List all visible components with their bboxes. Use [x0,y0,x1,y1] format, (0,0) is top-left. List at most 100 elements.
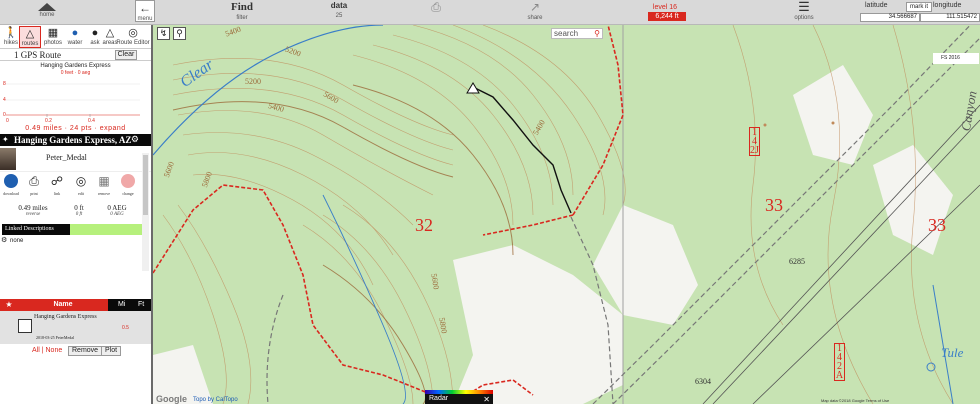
route-summary[interactable]: 0.49 miles · 24 pts · expand [0,124,151,134]
road-shield: 142A [834,343,845,381]
linked-descriptions-bar[interactable] [70,224,142,235]
category-toolbar: 🚶 hikes △ routes ▦ photos ● water ● ask … [0,25,151,49]
tool-routes[interactable]: △ routes [19,26,41,48]
route-thumbnail [18,319,32,333]
map-search-input[interactable]: search ⚲ [551,28,603,39]
options-label: options [794,15,814,21]
remove-button[interactable]: ▦ remove [93,174,115,197]
route-editor-icon: ◎ [128,27,138,39]
tool-photos[interactable]: ▦ photos [42,26,64,47]
print-icon: ⎙ [29,174,39,188]
tool-label: Route Editor [116,40,150,46]
longitude-field[interactable]: 111.515472 [920,13,980,22]
profile-x-tick: 0.2 [45,118,52,124]
action-label: download [3,191,19,196]
topo-credit[interactable]: Topo by CalTopo [193,397,238,403]
search-icon: ⚲ [594,29,600,38]
back-arrow-icon: ← [139,1,151,15]
home-button[interactable]: home [22,0,72,25]
google-logo: Google [156,394,187,404]
action-label: remove [98,191,110,196]
column-ft[interactable]: Ft [132,299,151,311]
section-label: 32 [415,215,433,235]
edit-icon: ◎ [75,174,87,188]
profile-y-tick: 4 [3,97,6,103]
measure-tool-icon[interactable]: ↯ [157,27,170,40]
table-actions: All | None Remove Plot [0,346,151,356]
elevation-value: 0 ft [74,204,84,212]
edit-button[interactable]: ◎ edit [70,174,92,197]
gps-route-header: 1 GPS Route Clear [0,49,151,61]
linked-descriptions-label: Linked Descriptions [2,224,70,235]
profile-x-tick: 0.4 [88,118,95,124]
distance-value: 0.49 miles [18,204,48,212]
routes-icon: △ [25,28,35,40]
latitude-label: latitude [865,2,888,9]
print-icon: ⎙ [431,0,441,14]
select-none-link[interactable]: None [46,347,63,354]
remove-button[interactable]: Remove [68,346,103,356]
road-shield: 142J [749,127,760,156]
home-label: home [39,12,55,18]
row-name: Hanging Gardens Express [34,314,97,320]
table-row[interactable]: Hanging Gardens Express 2018-03-25 Peter… [0,311,151,344]
link-icon: ☍ [50,174,64,188]
table-header: ★ Name Mi Ft [0,299,151,311]
tool-label: routes [21,41,39,47]
scrollbar-thumb[interactable] [143,155,148,215]
select-links: All | None [32,347,63,354]
print-route-button[interactable]: ⎙ print [23,174,45,197]
action-label: print [30,191,38,196]
tool-water[interactable]: ● water [64,26,86,47]
route-actions: download ⎙ print ☍ link ◎ edit ▦ remove … [0,172,151,200]
route-title[interactable]: Hanging Gardens Express, AZ [14,135,131,145]
find-button[interactable]: Find filter [225,0,259,25]
elevation-stat: 0 ft 0 ft [60,204,98,217]
star-icon[interactable]: ★ [0,299,18,311]
spot-height-label: 6304 [695,377,711,386]
location-pin-icon[interactable]: ⚲ [173,27,186,40]
gear-icon: ⚙ [1,237,8,244]
close-icon[interactable]: ✕ [483,396,490,404]
avatar[interactable] [0,148,16,170]
reverse-link[interactable]: reverse [14,212,52,217]
share-button[interactable]: ↗ share [520,0,550,25]
tool-route-editor[interactable]: ◎ Route Editor [116,26,150,47]
section-label: 33 [765,195,783,215]
author-name[interactable]: Peter_Medal [46,153,87,162]
elevation-readout: 6,244 ft [648,12,686,21]
gps-route-title: 1 GPS Route [14,50,62,60]
action-label: change [122,191,134,196]
options-button[interactable]: ☰ options [788,0,820,25]
linked-value-row[interactable]: ⚙ none [0,236,151,246]
column-name[interactable]: Name [18,299,108,311]
menu-button[interactable]: ← menu [135,0,155,22]
column-mi[interactable]: Mi [110,299,130,311]
tool-label: photos [43,40,62,46]
print-button[interactable]: ⎙ [426,0,446,25]
linked-value: none [10,238,24,244]
radar-color-scale [425,390,493,394]
sidebar-scrollbar[interactable] [142,153,149,271]
radar-legend[interactable]: Radar ✕ [425,390,493,404]
elevation-profile: 8 4 0 0 0.2 0.4 [0,76,151,124]
select-all-link[interactable]: All [32,347,40,354]
map-canvas[interactable] [153,25,980,404]
map-attribution[interactable]: Map data ©2018 Google Terms of Use [821,398,889,403]
author-row: Peter_Medal [0,146,151,172]
place-name-label: Tule [941,345,964,360]
download-button[interactable]: download [0,174,22,197]
data-button[interactable]: data 25 [324,0,354,25]
gear-icon[interactable]: ⚙ [131,134,139,145]
clear-button[interactable]: Clear [115,50,137,60]
topo-map[interactable]: ↯ ⚲ search ⚲ FS 2016 32 33 33 5400 5200 … [153,25,980,404]
link-button[interactable]: ☍ link [46,174,68,197]
plot-button[interactable]: Plot [101,346,122,356]
forest-service-label: FS 2016 [933,53,979,64]
sidebar: 🚶 hikes △ routes ▦ photos ● water ● ask … [0,25,153,404]
latitude-field[interactable]: 34.566687 [860,13,920,22]
mark-it-button[interactable]: mark it [906,2,932,12]
radar-label: Radar [429,395,449,402]
change-button[interactable]: change [117,174,139,197]
hamburger-icon: ☰ [798,0,810,14]
